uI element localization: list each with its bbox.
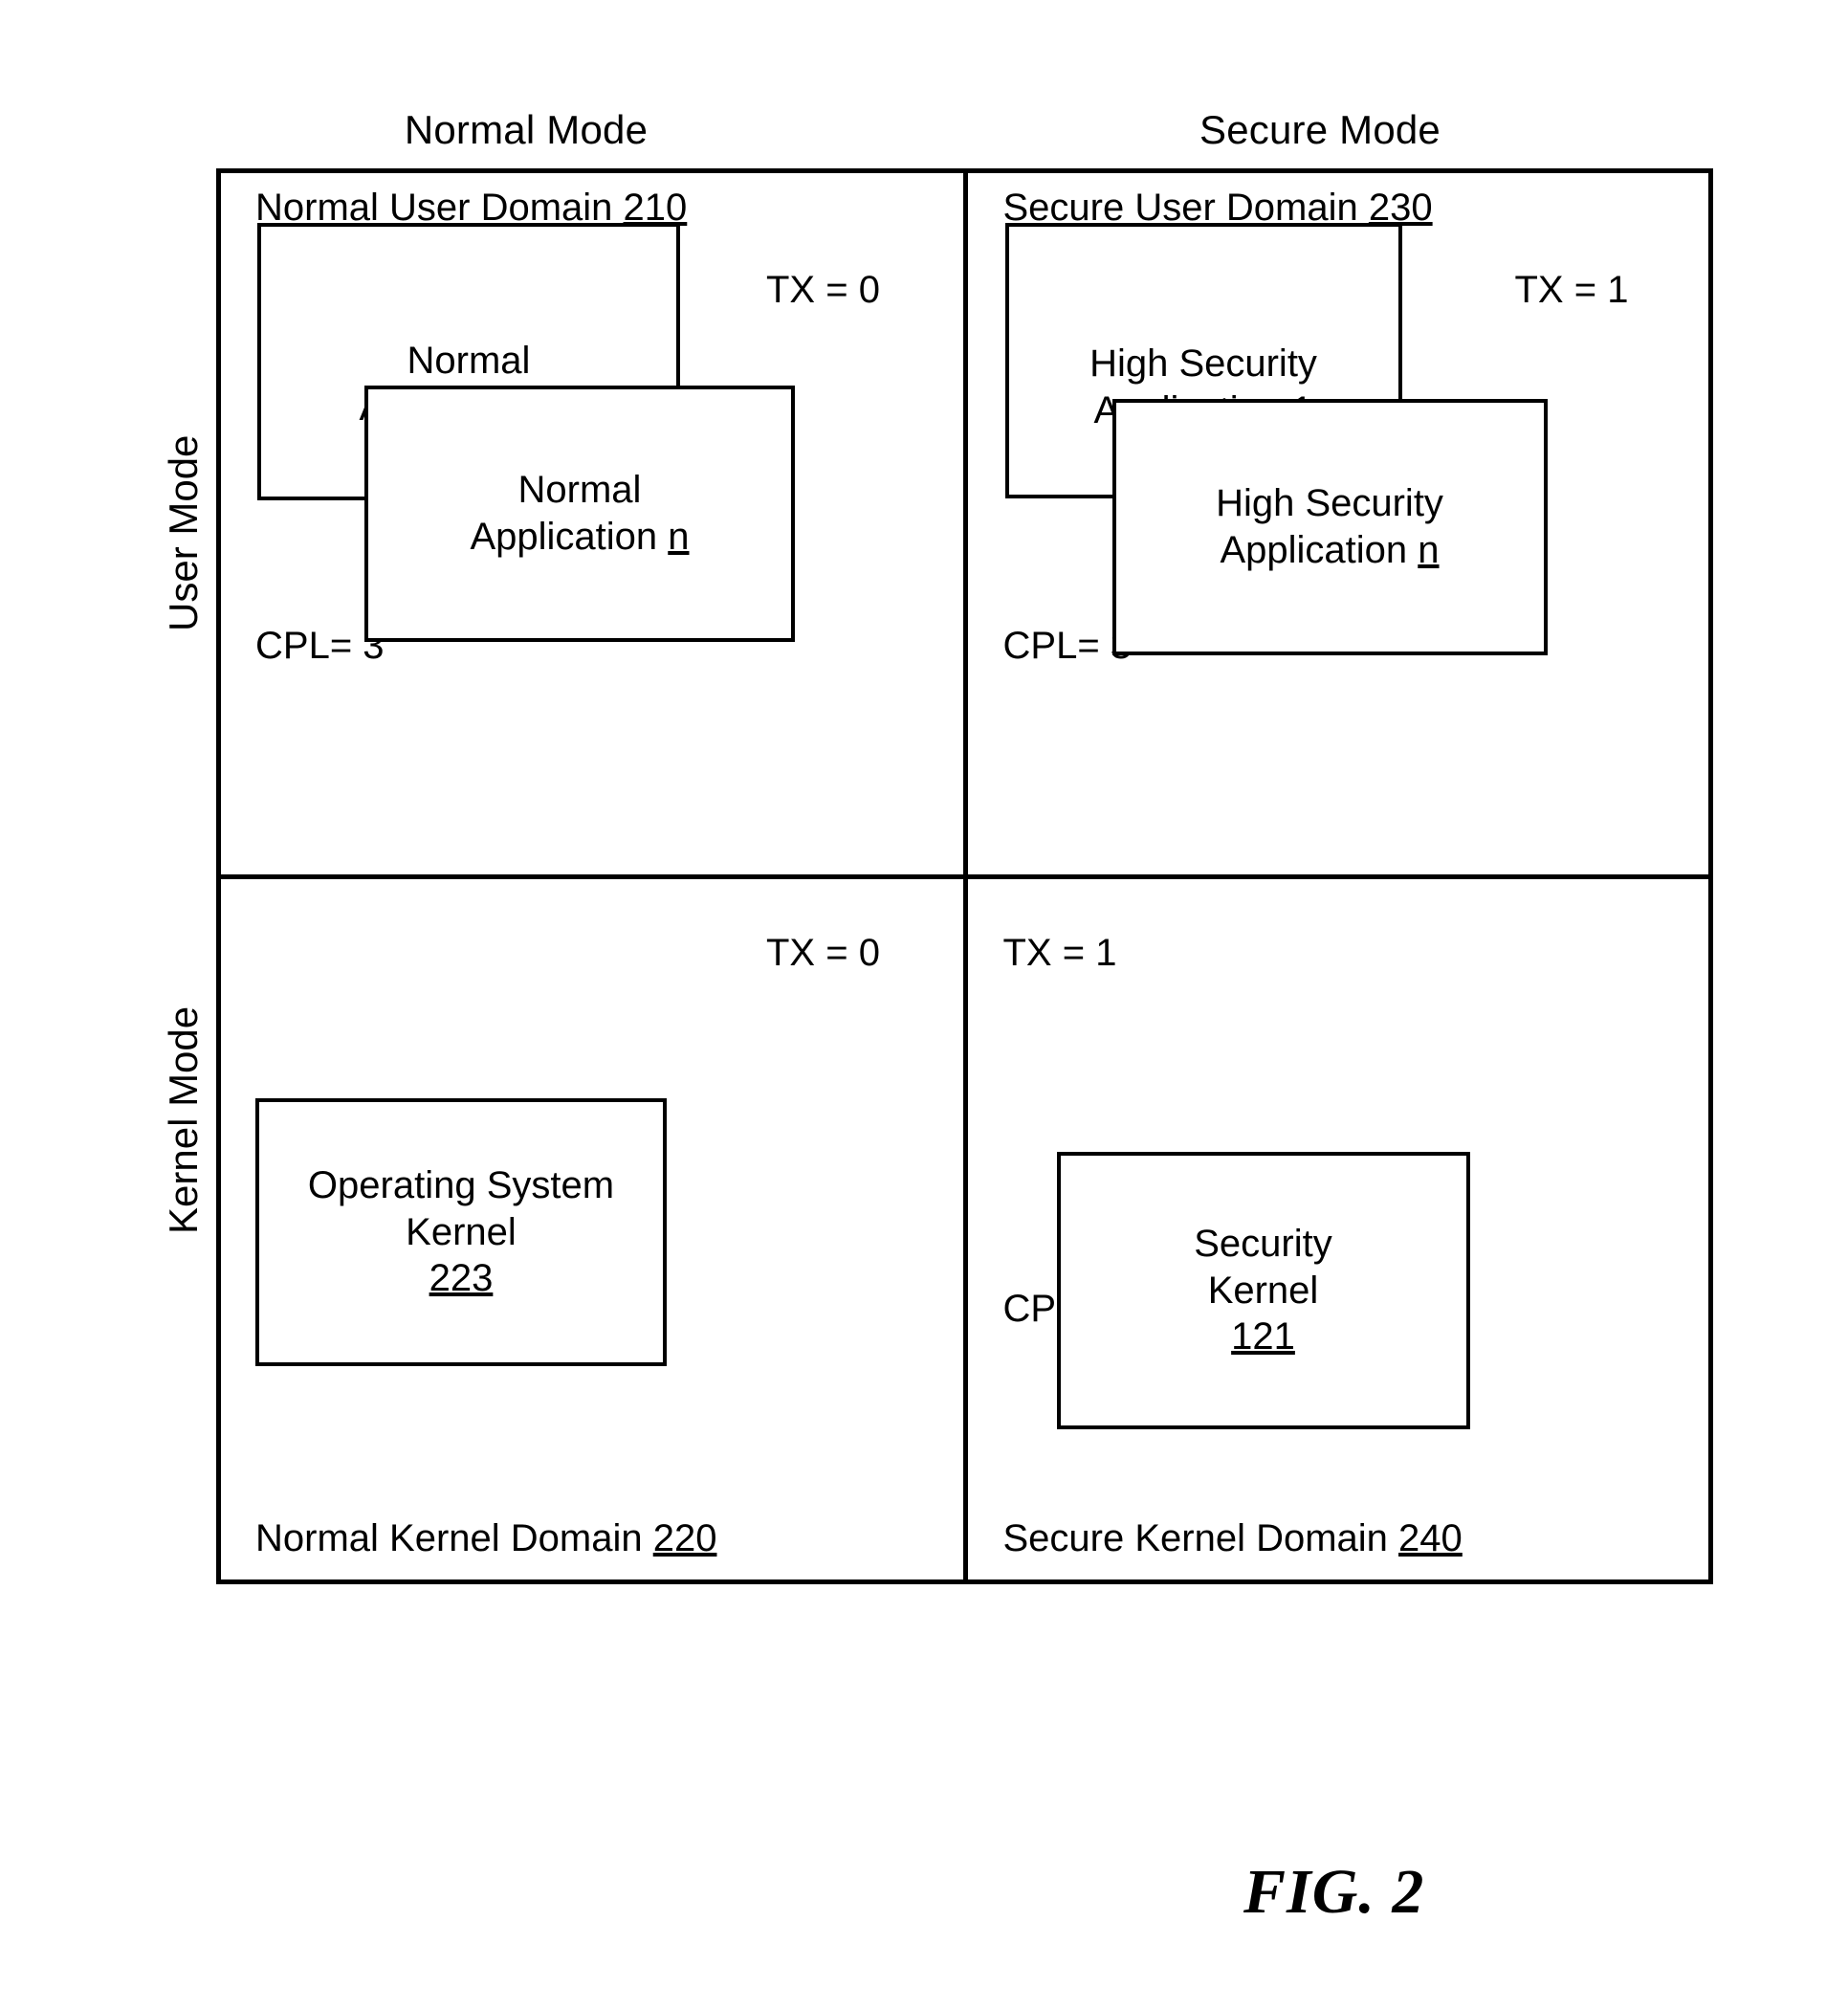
box-operating-system-kernel-line2: Kernel [406, 1210, 517, 1253]
label-secure-kernel-domain: Secure Kernel Domain 240 [1003, 1517, 1463, 1560]
quadrant-normal-user-domain: Normal User Domain 210 TX = 0 CPL= 3 Nor… [221, 173, 965, 876]
quadrant-secure-user-domain: Secure User Domain 230 TX = 1 CPL= 3 Hig… [965, 173, 1709, 876]
box-security-kernel: Security Kernel 121 [1056, 1152, 1470, 1429]
box-high-security-application-1-line1: High Security [1089, 342, 1317, 386]
column-header-secure-mode: Secure Mode [1199, 107, 1441, 152]
box-high-security-application-n-line1: High Security [1216, 482, 1443, 525]
row-header-user-mode: User Mode [161, 434, 206, 631]
label-normal-kernel-domain: Normal Kernel Domain 220 [255, 1517, 716, 1560]
label-normal-kernel-domain-title: Normal Kernel Domain [255, 1517, 643, 1559]
ref-numeral-normal-application-n: n [668, 516, 690, 558]
box-normal-application-n-line2: Application [470, 516, 669, 558]
label-secure-kernel-domain-title: Secure Kernel Domain [1002, 1517, 1388, 1559]
column-header-normal-mode: Normal Mode [404, 107, 649, 152]
box-normal-application-1-line1: Normal [407, 340, 531, 383]
figure-caption: FIG. 2 [1243, 1857, 1425, 1927]
ref-numeral-240: 240 [1398, 1517, 1463, 1559]
box-normal-application-n: Normal Application n [364, 386, 795, 642]
annotation-tx-secure-kernel: TX = 1 [1002, 932, 1117, 974]
box-security-kernel-line1: Security [1194, 1222, 1332, 1265]
ref-numeral-121: 121 [1231, 1315, 1295, 1358]
quadrant-secure-kernel-domain: TX = 1 CPL= 0 Security Kernel 121 Secure… [965, 876, 1709, 1579]
quadrant-normal-kernel-domain: TX = 0 CPL= 0 Operating System Kernel 22… [221, 876, 965, 1579]
ref-numeral-220: 220 [652, 1517, 717, 1559]
box-operating-system-kernel: Operating System Kernel 223 [255, 1098, 667, 1366]
annotation-tx-secure-user: TX = 1 [1514, 269, 1629, 311]
ref-numeral-high-security-application-n: n [1418, 529, 1440, 571]
box-operating-system-kernel-line1: Operating System [307, 1163, 615, 1206]
annotation-tx-normal-kernel: TX = 0 [766, 932, 880, 974]
patent-figure: Normal Mode Secure Mode User Mode Kernel… [0, 0, 1848, 2010]
domain-matrix: Normal User Domain 210 TX = 0 CPL= 3 Nor… [216, 168, 1713, 1584]
box-high-security-application-n: High Security Application n [1111, 399, 1548, 655]
box-security-kernel-line2: Kernel [1207, 1269, 1319, 1312]
ref-numeral-223: 223 [429, 1257, 494, 1300]
annotation-tx-normal-user: TX = 0 [766, 269, 880, 311]
box-normal-application-n-line1: Normal [517, 469, 642, 512]
box-high-security-application-n-line2: Application [1220, 529, 1419, 571]
row-header-kernel-mode: Kernel Mode [161, 1005, 206, 1234]
